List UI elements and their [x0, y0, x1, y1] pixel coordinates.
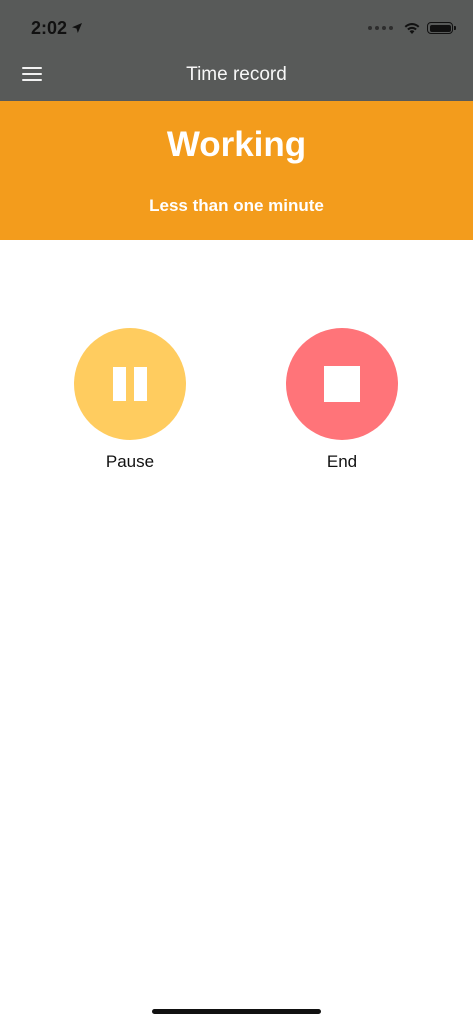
end-action: End: [286, 328, 398, 473]
top-bar: 2:02 Time record: [0, 0, 473, 101]
home-indicator[interactable]: [152, 1009, 321, 1014]
status-bar-icons: [368, 18, 456, 38]
stop-icon: [324, 366, 360, 402]
location-arrow-icon: [72, 23, 83, 33]
signal-dots-icon: [368, 26, 393, 30]
pause-label: Pause: [105, 452, 155, 471]
battery-icon: [427, 22, 456, 34]
end-label: End: [326, 452, 358, 471]
status-bar-time: 2:02: [31, 17, 83, 39]
pause-icon: [113, 367, 147, 401]
status-banner: Working Less than one minute: [0, 101, 473, 240]
status-title: Working: [166, 125, 307, 164]
status-time-text: 2:02: [31, 18, 68, 38]
page-title: Time record: [186, 64, 287, 85]
end-button[interactable]: [286, 328, 398, 440]
pause-action: Pause: [74, 328, 186, 473]
status-duration: Less than one minute: [149, 196, 324, 215]
pause-button[interactable]: [74, 328, 186, 440]
wifi-icon: [404, 23, 420, 34]
